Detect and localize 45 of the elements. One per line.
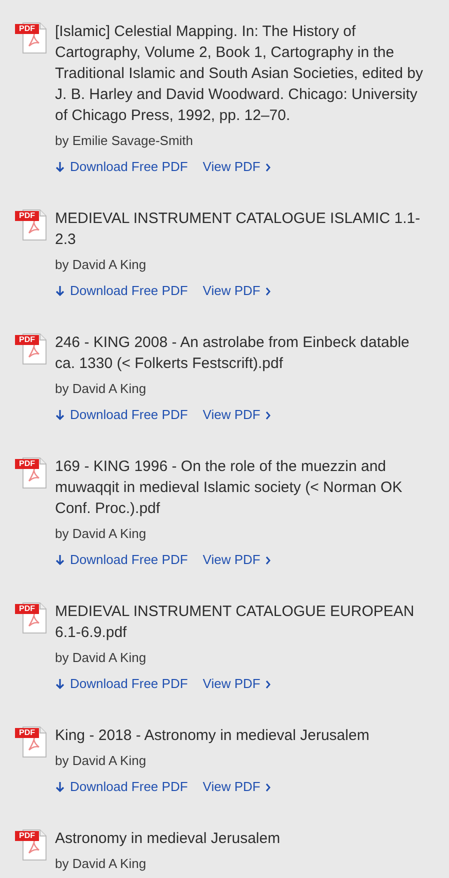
author-name: by David A King: [55, 525, 148, 543]
pdf-label: PDF: [15, 459, 39, 469]
pdf-label: PDF: [15, 604, 39, 614]
chevron-right-icon: [265, 680, 272, 688]
view-link[interactable]: View PDF: [202, 157, 272, 177]
chevron-right-icon: [265, 410, 272, 420]
view-link[interactable]: View PDF: [202, 405, 272, 425]
document-title[interactable]: MEDIEVAL INSTRUMENT CATALOGUE ISLAMIC 1.1-2.3: [55, 208, 427, 250]
document-title[interactable]: King - 2018 - Astronomy in medieval Jerusalem: [55, 725, 370, 746]
document-title[interactable]: [Islamic] Celestial Mapping. In: The History of Cartography, Volume 2, Book 1, Cartography in the Traditional Islamic and South Asian Societies, edited by J. B. Harley and David Woodward. Chicago: University of Chicago Press, 1992, pp. 12–70.: [55, 21, 427, 126]
author-name: by David A King: [55, 752, 148, 770]
document-title[interactable]: MEDIEVAL INSTRUMENT CATALOGUE EUROPEAN 6.1-6.9.pdf: [55, 601, 427, 643]
chevron-right-icon: [265, 782, 272, 792]
pdf-label: PDF: [15, 728, 39, 738]
author-name: by David A King: [55, 380, 148, 398]
download-link[interactable]: Download Free PDF: [55, 674, 188, 694]
document-title[interactable]: Astronomy in medieval Jerusalem: [55, 828, 280, 849]
pdf-label: PDF: [15, 335, 39, 345]
chevron-right-icon: [265, 286, 272, 296]
document-title[interactable]: 246 - KING 2008 - An astrolabe from Einbeck datable ca. 1330 (< Folkerts Festscrift).pdf: [55, 332, 427, 374]
pdf-label: PDF: [15, 211, 39, 221]
author-name: by David A King: [55, 649, 148, 667]
download-link[interactable]: Download Free PDF: [55, 550, 188, 570]
view-link[interactable]: View PDF: [202, 550, 272, 570]
chevron-right-icon: [265, 162, 272, 172]
download-arrow-icon: [55, 409, 65, 421]
pdf-label: PDF: [15, 24, 39, 34]
view-link[interactable]: View PDF: [202, 281, 272, 301]
author-name: by David A King: [55, 256, 148, 274]
download-link[interactable]: Download Free PDF: [55, 281, 188, 301]
download-link[interactable]: Download Free PDF: [55, 777, 188, 797]
download-arrow-icon: [55, 554, 65, 566]
download-arrow-icon: [55, 285, 65, 297]
download-arrow-icon: [55, 781, 65, 793]
pdf-label: PDF: [15, 831, 39, 841]
download-arrow-icon: [55, 678, 65, 690]
download-link[interactable]: Download Free PDF: [55, 157, 188, 177]
view-link[interactable]: View PDF: [202, 777, 272, 797]
download-arrow-icon: [55, 161, 65, 173]
chevron-right-icon: [265, 556, 272, 564]
document-title[interactable]: 169 - KING 1996 - On the role of the muezzin and muwaqqit in medieval Islamic society (< Norman OK Conf. Proc.).pdf: [55, 456, 427, 519]
view-link[interactable]: View PDF: [202, 674, 272, 694]
author-name: by Emilie Savage-Smith: [55, 132, 194, 150]
download-link[interactable]: Download Free PDF: [55, 405, 188, 425]
author-name: by David A King: [55, 855, 148, 873]
